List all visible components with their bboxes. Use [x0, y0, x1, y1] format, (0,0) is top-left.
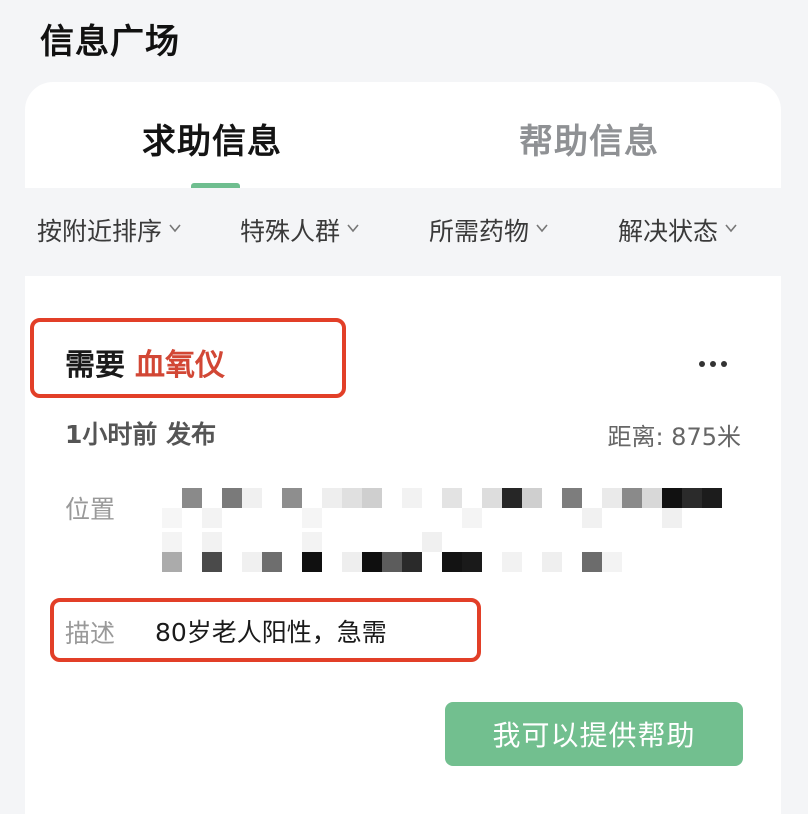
filter-label: 特殊人群 — [240, 217, 341, 246]
description-label: 描述 — [65, 619, 116, 648]
info-plaza-page: 信息广场 求助信息 帮助信息 按附近排序 特殊人群 所需药物 解决状态 需要 血氧… — [0, 0, 808, 814]
chevron-down-icon — [168, 221, 182, 235]
chevron-down-icon — [535, 221, 549, 235]
filter-needed-medicine[interactable]: 所需药物 — [429, 188, 549, 276]
tab-help-offers[interactable]: 帮助信息 — [519, 114, 659, 163]
filter-sort-nearby[interactable]: 按附近排序 — [37, 188, 182, 276]
distance: 距离: 875米 — [607, 423, 741, 451]
posted-time: 1小时前 发布 — [65, 420, 217, 449]
need-title: 需要 血氧仪 — [65, 340, 225, 384]
filter-label: 按附近排序 — [37, 217, 163, 246]
more-horizontal-icon[interactable] — [693, 354, 733, 374]
chevron-down-icon — [724, 221, 738, 235]
filter-bar: 按附近排序 特殊人群 所需药物 解决状态 — [25, 188, 781, 276]
info-card: 求助信息 帮助信息 按附近排序 特殊人群 所需药物 解决状态 需要 血氧仪 1小… — [25, 82, 781, 814]
description-value: 80岁老人阳性，急需 — [155, 618, 387, 647]
tab-bar: 求助信息 帮助信息 — [25, 82, 781, 188]
chevron-down-icon — [346, 221, 360, 235]
filter-resolution-status[interactable]: 解决状态 — [618, 188, 738, 276]
filter-label: 解决状态 — [618, 217, 719, 246]
filter-special-groups[interactable]: 特殊人群 — [240, 188, 360, 276]
location-redacted-pixels — [162, 480, 722, 580]
page-title: 信息广场 — [40, 22, 180, 62]
location-label: 位置 — [65, 495, 116, 524]
tab-help-requests[interactable]: 求助信息 — [142, 114, 282, 163]
need-prefix: 需要 — [65, 348, 125, 383]
filter-label: 所需药物 — [429, 217, 530, 246]
offer-help-button[interactable]: 我可以提供帮助 — [445, 702, 743, 766]
need-item: 血氧仪 — [135, 348, 225, 383]
